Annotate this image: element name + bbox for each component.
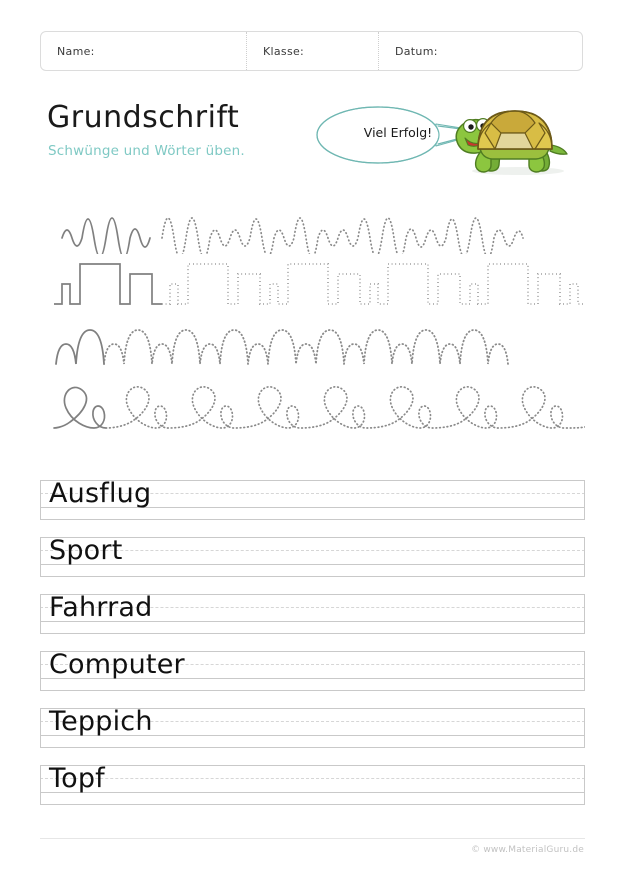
rule-edge-left: [40, 537, 41, 577]
word-band[interactable]: Ausflug: [40, 478, 585, 520]
field-datum[interactable]: Datum:: [378, 32, 582, 70]
header-fields: Name: Klasse: Datum:: [40, 31, 583, 71]
field-datum-label: Datum:: [395, 44, 438, 58]
practice-word: Ausflug: [49, 478, 152, 509]
word-band[interactable]: Teppich: [40, 706, 585, 748]
rule-edge-right: [584, 651, 585, 691]
rule-bottom: [40, 747, 585, 748]
practice-word: Topf: [49, 763, 105, 794]
ruled-lines: [40, 765, 585, 805]
rule-edge-left: [40, 594, 41, 634]
footer-copyright: © www.MaterialGuru.de: [471, 845, 584, 855]
word-practice-lines: Ausflug Sport Fahrrad Computer Teppich T…: [40, 478, 585, 822]
rule-bottom: [40, 633, 585, 634]
swing-row-rounded-hump[interactable]: [40, 316, 585, 376]
word-band[interactable]: Sport: [40, 535, 585, 577]
loop-swing-icon: [53, 386, 585, 429]
rounded-hump-swing-icon: [55, 329, 509, 365]
swing-row-tall-wave[interactable]: [40, 192, 585, 254]
rule-edge-left: [40, 480, 41, 520]
mascot-area: Viel Erfolg!: [310, 92, 590, 180]
practice-word: Sport: [49, 535, 123, 566]
field-klasse[interactable]: Klasse:: [246, 32, 378, 70]
rule-midline: [40, 778, 585, 779]
swing-row-square-wave[interactable]: [40, 254, 585, 316]
swing-practice-rows: [40, 192, 585, 438]
turtle-icon: [455, 110, 568, 175]
rule-bottom: [40, 804, 585, 805]
square-wave-swing-icon: [54, 263, 585, 305]
rule-edge-right: [584, 480, 585, 520]
rule-edge-left: [40, 651, 41, 691]
rule-baseline: [40, 792, 585, 793]
footer-divider: [40, 838, 585, 839]
rule-bottom: [40, 519, 585, 520]
field-name-label: Name:: [57, 44, 95, 58]
rule-top: [40, 765, 585, 766]
page-title: Grundschrift: [47, 100, 240, 135]
rule-bottom: [40, 576, 585, 577]
word-band[interactable]: Topf: [40, 763, 585, 805]
word-band[interactable]: Computer: [40, 649, 585, 691]
field-name[interactable]: Name:: [41, 32, 246, 70]
field-klasse-label: Klasse:: [263, 44, 305, 58]
rule-edge-left: [40, 708, 41, 748]
worksheet-page: Name: Klasse: Datum: Grundschrift Schwün…: [0, 0, 620, 876]
practice-word: Computer: [49, 649, 185, 680]
rule-bottom: [40, 690, 585, 691]
swing-row-loops[interactable]: [40, 376, 585, 438]
rule-edge-right: [584, 765, 585, 805]
rule-edge-right: [584, 537, 585, 577]
rule-edge-left: [40, 765, 41, 805]
rule-edge-right: [584, 594, 585, 634]
practice-word: Teppich: [49, 706, 153, 737]
word-band[interactable]: Fahrrad: [40, 592, 585, 634]
practice-word: Fahrrad: [49, 592, 153, 623]
tall-wave-swing-icon: [61, 217, 524, 254]
page-subtitle: Schwünge und Wörter üben.: [48, 143, 245, 159]
rule-edge-right: [584, 708, 585, 748]
speech-bubble-text: Viel Erfolg!: [363, 125, 433, 140]
